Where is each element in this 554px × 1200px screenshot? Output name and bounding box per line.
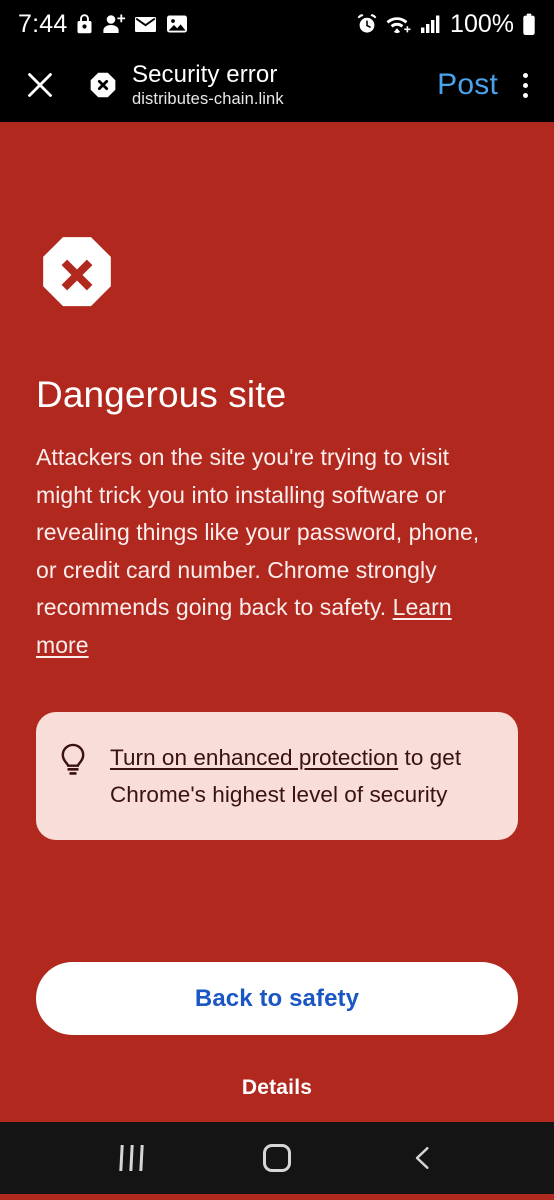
recents-icon	[118, 1145, 144, 1171]
phone-screen: 7:44 100% Security error distributes-cha…	[0, 0, 554, 1200]
kebab-dot-3	[522, 92, 528, 98]
status-bar: 7:44 100%	[0, 0, 554, 48]
body-text: Attackers on the site you're trying to v…	[36, 439, 506, 664]
close-button[interactable]	[20, 65, 60, 105]
heading: Dangerous site	[36, 374, 287, 415]
home-icon	[263, 1144, 291, 1172]
enhanced-protection-text: Turn on enhanced protection to get Chrom…	[110, 739, 492, 813]
alarm-icon	[357, 14, 377, 33]
image-icon	[167, 15, 188, 33]
person-add-icon	[103, 14, 126, 33]
kebab-dot-2	[522, 82, 528, 88]
back-to-safety-button[interactable]: Back to safety	[36, 962, 518, 1035]
post-button[interactable]: Post	[437, 68, 512, 102]
android-nav-bar	[0, 1122, 554, 1194]
lightbulb-icon	[61, 743, 85, 775]
mail-icon	[135, 16, 157, 32]
wifi-icon	[386, 16, 411, 33]
app-bar: Security error distributes-chain.link Po…	[0, 48, 554, 122]
interstitial-page: Dangerous site Attackers on the site you…	[0, 122, 554, 1122]
enhanced-protection-link[interactable]: Turn on enhanced protection	[110, 745, 398, 770]
back-button[interactable]	[391, 1130, 455, 1186]
security-error-octagon-icon	[90, 72, 116, 98]
status-bar-right: 100%	[356, 10, 536, 39]
enhanced-protection-card[interactable]: Turn on enhanced protection to get Chrom…	[36, 712, 518, 840]
status-bar-left: 7:44	[18, 10, 188, 39]
battery-percent-label: 100%	[450, 9, 514, 38]
home-button[interactable]	[245, 1130, 309, 1186]
signal-bars-icon	[421, 15, 440, 33]
bottom-strip	[0, 1194, 554, 1200]
close-icon	[28, 73, 52, 97]
stop-sign-x-icon	[43, 237, 111, 307]
lock-icon	[77, 14, 92, 34]
details-button[interactable]: Details	[36, 1076, 518, 1100]
kebab-dot-1	[522, 72, 528, 78]
recents-button[interactable]	[99, 1130, 163, 1186]
status-bar-clock: 7:44	[18, 9, 68, 38]
page-url: distributes-chain.link	[132, 89, 284, 108]
more-options-button[interactable]	[512, 65, 538, 105]
battery-icon	[523, 13, 535, 35]
page-title: Security error	[132, 60, 278, 88]
stop-icon-wrap	[36, 122, 518, 316]
app-bar-titles: Security error distributes-chain.link	[132, 61, 284, 110]
back-icon	[415, 1147, 429, 1169]
